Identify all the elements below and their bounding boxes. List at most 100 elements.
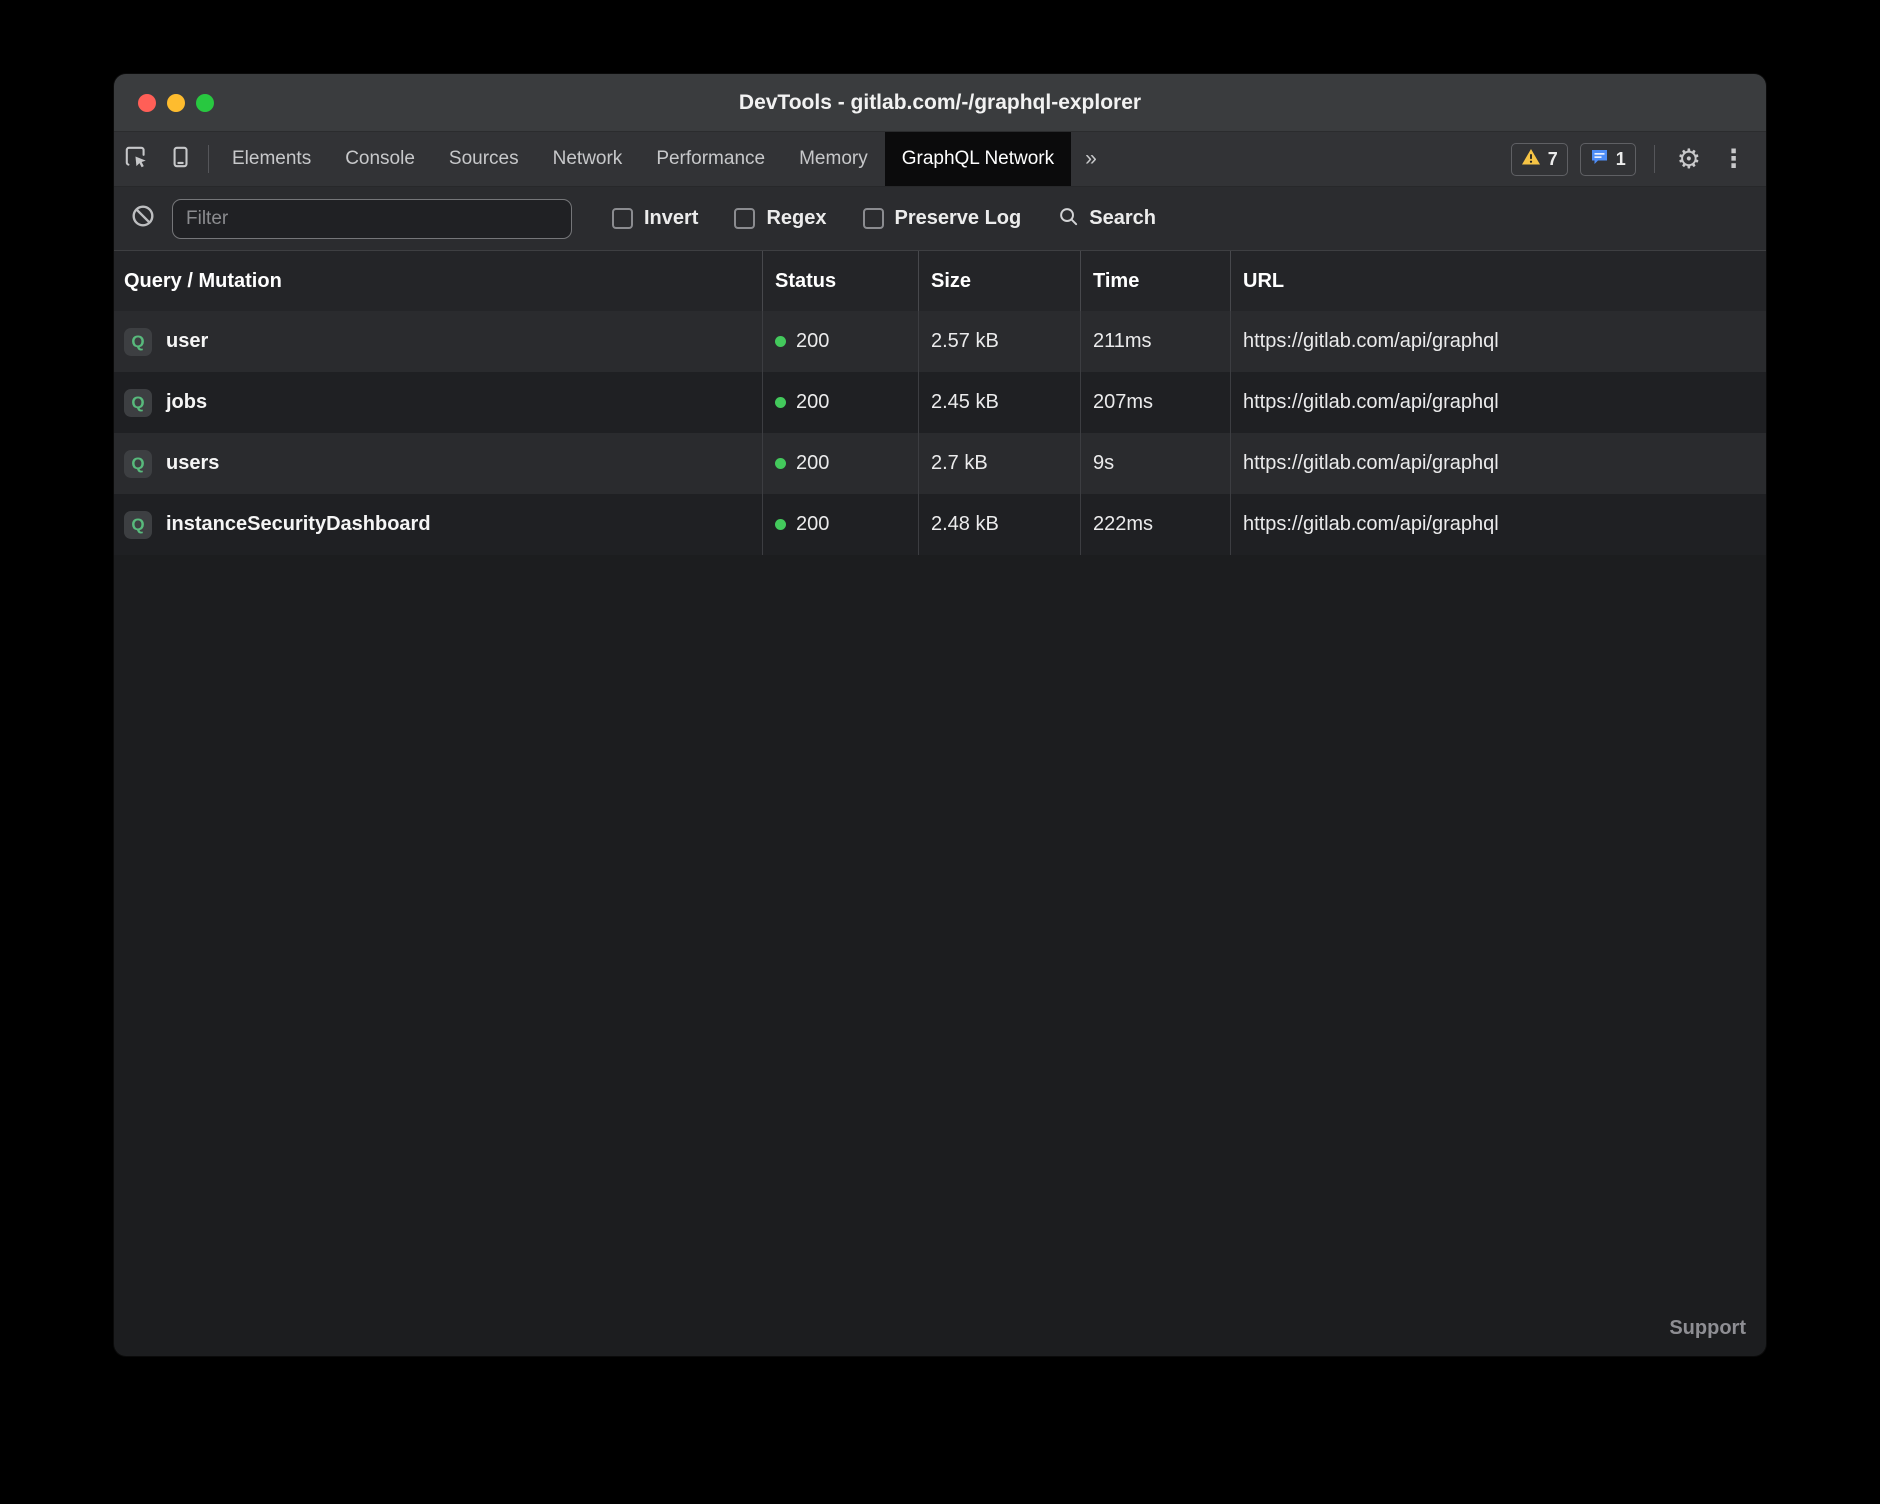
preserve-log-checkbox[interactable] [863,208,884,229]
column-header-label: Size [931,270,971,293]
preserve-log-label: Preserve Log [895,207,1022,230]
zoom-window-button[interactable] [196,94,214,112]
status-ok-dot-icon [775,519,786,530]
search-label: Search [1089,207,1156,230]
url-value: https://gitlab.com/api/graphql [1243,513,1499,536]
filter-input[interactable] [172,199,572,239]
size-value: 2.48 kB [931,513,999,536]
status-cell: 200 [762,494,918,555]
tab-bar-right-controls: 7 1 ⚙ ⋮ [1511,132,1750,186]
requests-table-header: Query / Mutation Status Size Time URL [114,251,1766,311]
time-value: 9s [1093,452,1114,475]
query-type-icon: Q [124,450,152,478]
support-link[interactable]: Support [1669,1317,1746,1340]
size-value: 2.7 kB [931,452,988,475]
settings-gear-icon[interactable]: ⚙ [1673,146,1705,173]
status-code: 200 [796,452,829,475]
size-cell: 2.48 kB [918,494,1080,555]
toolbar-separator [208,145,209,173]
clear-requests-button[interactable] [130,203,156,234]
status-ok-dot-icon [775,336,786,347]
query-cell: Q users [114,433,762,494]
status-code: 200 [796,330,829,353]
column-header-label: Time [1093,270,1139,293]
device-toolbar-button[interactable] [158,132,202,186]
query-name: jobs [166,391,207,414]
tab-graphql-network[interactable]: GraphQL Network [885,132,1071,186]
status-cell: 200 [762,372,918,433]
size-value: 2.45 kB [931,391,999,414]
tab-sources[interactable]: Sources [432,132,536,186]
query-type-icon: Q [124,328,152,356]
time-value: 211ms [1093,330,1152,353]
table-row[interactable]: Q jobs 200 2.45 kB 207ms https://gitlab.… [114,372,1766,433]
devtools-tab-bar: Elements Console Sources Network Perform… [114,132,1766,187]
column-header-label: Query / Mutation [124,270,282,293]
inspect-cursor-icon [123,144,149,175]
issues-badge[interactable]: 1 [1580,143,1636,176]
status-cell: 200 [762,433,918,494]
tab-network[interactable]: Network [536,132,640,186]
time-value: 207ms [1093,391,1153,414]
invert-checkbox[interactable] [612,208,633,229]
devtools-window: DevTools - gitlab.com/-/graphql-explorer… [114,74,1766,1356]
table-row[interactable]: Q instanceSecurityDashboard 200 2.48 kB … [114,494,1766,555]
status-ok-dot-icon [775,397,786,408]
url-cell: https://gitlab.com/api/graphql [1230,311,1766,372]
title-bar: DevTools - gitlab.com/-/graphql-explorer [114,74,1766,132]
url-value: https://gitlab.com/api/graphql [1243,391,1499,414]
minimize-window-button[interactable] [167,94,185,112]
url-value: https://gitlab.com/api/graphql [1243,330,1499,353]
window-title: DevTools - gitlab.com/-/graphql-explorer [114,91,1766,115]
column-header-url: URL [1230,251,1766,311]
message-bubble-icon [1590,148,1609,171]
query-name: users [166,452,219,475]
invert-checkbox-item: Invert [612,207,698,230]
size-cell: 2.7 kB [918,433,1080,494]
query-cell: Q instanceSecurityDashboard [114,494,762,555]
size-cell: 2.57 kB [918,311,1080,372]
filter-bar: Invert Regex Preserve Log Search [114,187,1766,251]
column-header-label: URL [1243,270,1284,293]
tab-label: Performance [656,148,765,170]
query-type-icon: Q [124,511,152,539]
status-ok-dot-icon [775,458,786,469]
regex-checkbox[interactable] [734,208,755,229]
toolbar-separator [1654,145,1655,173]
requests-table-body: Q user 200 2.57 kB 211ms https://gitlab.… [114,311,1766,555]
query-name: instanceSecurityDashboard [166,513,431,536]
window-controls [138,94,214,112]
inspect-element-button[interactable] [114,132,158,186]
tab-memory[interactable]: Memory [782,132,885,186]
tab-label: Console [345,148,415,170]
table-row[interactable]: Q user 200 2.57 kB 211ms https://gitlab.… [114,311,1766,372]
url-cell: https://gitlab.com/api/graphql [1230,433,1766,494]
tab-label: Memory [799,148,868,170]
more-tabs-chevron-icon[interactable]: » [1071,132,1111,186]
table-row[interactable]: Q users 200 2.7 kB 9s https://gitlab.com… [114,433,1766,494]
query-cell: Q jobs [114,372,762,433]
search-toggle-button[interactable]: Search [1057,205,1156,233]
tab-elements[interactable]: Elements [215,132,328,186]
preserve-log-checkbox-item: Preserve Log [863,207,1022,230]
url-cell: https://gitlab.com/api/graphql [1230,372,1766,433]
regex-label: Regex [766,207,826,230]
tab-console[interactable]: Console [328,132,432,186]
warnings-badge[interactable]: 7 [1511,143,1568,176]
time-cell: 9s [1080,433,1230,494]
url-value: https://gitlab.com/api/graphql [1243,452,1499,475]
size-value: 2.57 kB [931,330,999,353]
close-window-button[interactable] [138,94,156,112]
column-header-label: Status [775,270,836,293]
size-cell: 2.45 kB [918,372,1080,433]
column-header-size: Size [918,251,1080,311]
time-cell: 222ms [1080,494,1230,555]
tab-label: Network [553,148,623,170]
more-options-icon[interactable]: ⋮ [1717,147,1750,172]
time-cell: 211ms [1080,311,1230,372]
issues-count: 1 [1616,149,1626,170]
tab-performance[interactable]: Performance [639,132,782,186]
time-cell: 207ms [1080,372,1230,433]
column-header-time: Time [1080,251,1230,311]
warnings-count: 7 [1548,149,1558,170]
